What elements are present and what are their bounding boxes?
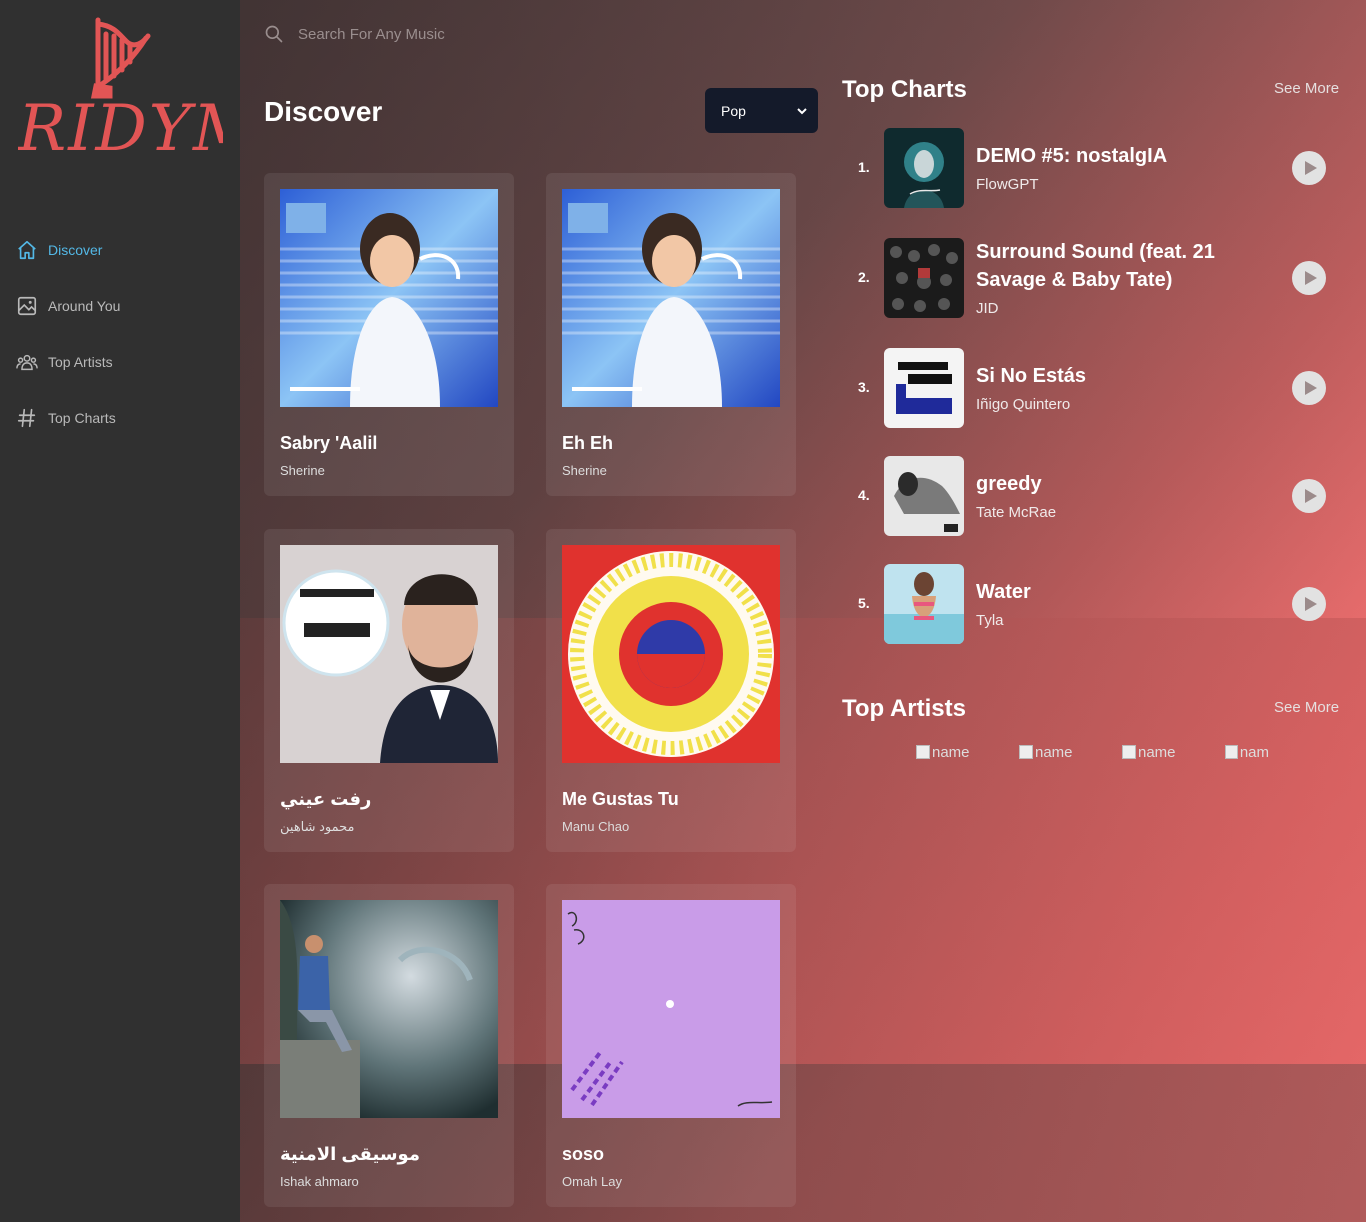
- chart-row[interactable]: 1. DEMO #5: nostalgIA FlowGPT: [842, 128, 1342, 208]
- sidebar-item-label: Top Artists: [48, 354, 113, 370]
- song-card[interactable]: رفت عيني محمود شاهين: [264, 529, 514, 852]
- broken-image-icon: [916, 745, 930, 759]
- song-title[interactable]: موسيقى الامنية: [280, 1144, 420, 1165]
- top-artists-see-more-link[interactable]: See More: [1274, 699, 1339, 716]
- search-icon: [265, 25, 283, 43]
- artist-avatar-alt: nam: [1239, 743, 1269, 761]
- sidebar-item-label: Discover: [48, 242, 103, 258]
- search-input[interactable]: Search For Any Music: [298, 26, 445, 43]
- sidebar-nav: Discover Around You Top Artists Top Char…: [16, 222, 120, 446]
- chart-song-artist[interactable]: Iñigo Quintero: [976, 396, 1070, 413]
- song-artist[interactable]: Sherine: [562, 463, 607, 478]
- chart-rank: 4.: [858, 487, 870, 503]
- genre-select[interactable]: Pop: [705, 88, 818, 133]
- artist-avatar[interactable]: name: [916, 740, 1006, 764]
- song-card[interactable]: Me Gustas Tu Manu Chao: [546, 529, 796, 852]
- artist-avatar-alt: name: [1138, 743, 1176, 761]
- play-icon[interactable]: [1292, 587, 1326, 621]
- chart-song-artist[interactable]: Tyla: [976, 612, 1004, 629]
- chart-song-artist[interactable]: FlowGPT: [976, 176, 1039, 193]
- top-charts-title: Top Charts: [842, 76, 967, 103]
- album-art[interactable]: [280, 545, 498, 763]
- chart-rank: 5.: [858, 595, 870, 611]
- song-card[interactable]: Eh Eh Sherine: [546, 173, 796, 496]
- genre-select-value: Pop: [721, 102, 746, 119]
- chart-song-artist[interactable]: Tate McRae: [976, 504, 1056, 521]
- sidebar-item-label: Around You: [48, 298, 121, 314]
- top-charts-see-more-link[interactable]: See More: [1274, 80, 1339, 97]
- song-title[interactable]: Eh Eh: [562, 433, 613, 454]
- play-icon[interactable]: [1292, 261, 1326, 295]
- album-art[interactable]: [562, 189, 780, 407]
- song-artist[interactable]: محمود شاهين: [280, 819, 355, 835]
- chart-thumbnail[interactable]: [884, 128, 964, 208]
- artist-avatar[interactable]: name: [1019, 740, 1109, 764]
- song-title[interactable]: Sabry 'Aalil: [280, 433, 377, 454]
- song-artist[interactable]: Manu Chao: [562, 819, 629, 834]
- sidebar-item-around-you[interactable]: Around You: [16, 278, 120, 334]
- song-artist[interactable]: Sherine: [280, 463, 325, 478]
- sidebar-item-top-charts[interactable]: Top Charts: [16, 390, 120, 446]
- chart-song-title[interactable]: Water: [976, 578, 1236, 606]
- song-card[interactable]: soso Omah Lay: [546, 884, 796, 1207]
- play-icon[interactable]: [1292, 479, 1326, 513]
- chart-row[interactable]: 5. Water Tyla: [842, 564, 1342, 644]
- hash-icon: [17, 408, 36, 428]
- users-icon: [16, 354, 38, 371]
- chart-thumbnail[interactable]: [884, 238, 964, 318]
- sidebar-item-discover[interactable]: Discover: [16, 222, 120, 278]
- broken-image-icon: [1019, 745, 1033, 759]
- artist-avatar[interactable]: nam: [1225, 740, 1269, 764]
- song-card[interactable]: موسيقى الامنية Ishak ahmaro: [264, 884, 514, 1207]
- chart-song-title[interactable]: Si No Estás: [976, 362, 1236, 390]
- song-artist[interactable]: Ishak ahmaro: [280, 1174, 359, 1189]
- page-title: Discover: [264, 96, 383, 127]
- sidebar-item-label: Top Charts: [48, 410, 116, 426]
- search-bar[interactable]: Search For Any Music: [264, 24, 445, 44]
- album-art[interactable]: [280, 900, 498, 1118]
- chart-thumbnail[interactable]: [884, 348, 964, 428]
- chart-row[interactable]: 3. Si No Estás Iñigo Quintero: [842, 348, 1342, 428]
- broken-image-icon: [1122, 745, 1136, 759]
- song-card[interactable]: Sabry 'Aalil Sherine: [264, 173, 514, 496]
- home-icon: [18, 240, 36, 260]
- sidebar: RIDYM Discover Around You Top Artists To…: [0, 0, 259, 1222]
- album-art[interactable]: [562, 900, 780, 1118]
- chart-row[interactable]: 4. greedy Tate McRae: [842, 456, 1342, 536]
- song-artist[interactable]: Omah Lay: [562, 1174, 622, 1189]
- artist-avatar-alt: name: [1035, 743, 1073, 761]
- svg-text:RIDYM: RIDYM: [18, 92, 223, 164]
- artist-avatar-alt: name: [932, 743, 970, 761]
- harp-logo-icon: RIDYM: [17, 17, 259, 166]
- album-art[interactable]: [562, 545, 780, 763]
- chart-song-title[interactable]: DEMO #5: nostalgIA: [976, 142, 1236, 170]
- chart-song-artist[interactable]: JID: [976, 300, 999, 317]
- play-icon[interactable]: [1292, 371, 1326, 405]
- chart-rank: 1.: [858, 159, 870, 175]
- chart-song-title[interactable]: greedy: [976, 470, 1236, 498]
- chart-thumbnail[interactable]: [884, 564, 964, 644]
- top-artists-title: Top Artists: [842, 695, 966, 722]
- sidebar-item-top-artists[interactable]: Top Artists: [16, 334, 120, 390]
- chevron-down-icon: [797, 107, 807, 114]
- broken-image-icon: [1225, 745, 1238, 759]
- ridym-logo[interactable]: RIDYM: [17, 14, 259, 166]
- chart-song-title[interactable]: Surround Sound (feat. 21 Savage & Baby T…: [976, 238, 1236, 294]
- chart-rank: 2.: [858, 269, 870, 285]
- play-icon[interactable]: [1292, 151, 1326, 185]
- song-title[interactable]: soso: [562, 1144, 604, 1165]
- chart-row[interactable]: 2. Surround Sound (feat. 21 Savage & Bab…: [842, 238, 1342, 318]
- song-title[interactable]: Me Gustas Tu: [562, 789, 679, 810]
- chart-rank: 3.: [858, 379, 870, 395]
- artist-avatar[interactable]: name: [1122, 740, 1212, 764]
- chart-thumbnail[interactable]: [884, 456, 964, 536]
- image-icon: [17, 296, 37, 316]
- album-art[interactable]: [280, 189, 498, 407]
- song-title[interactable]: رفت عيني: [280, 789, 371, 810]
